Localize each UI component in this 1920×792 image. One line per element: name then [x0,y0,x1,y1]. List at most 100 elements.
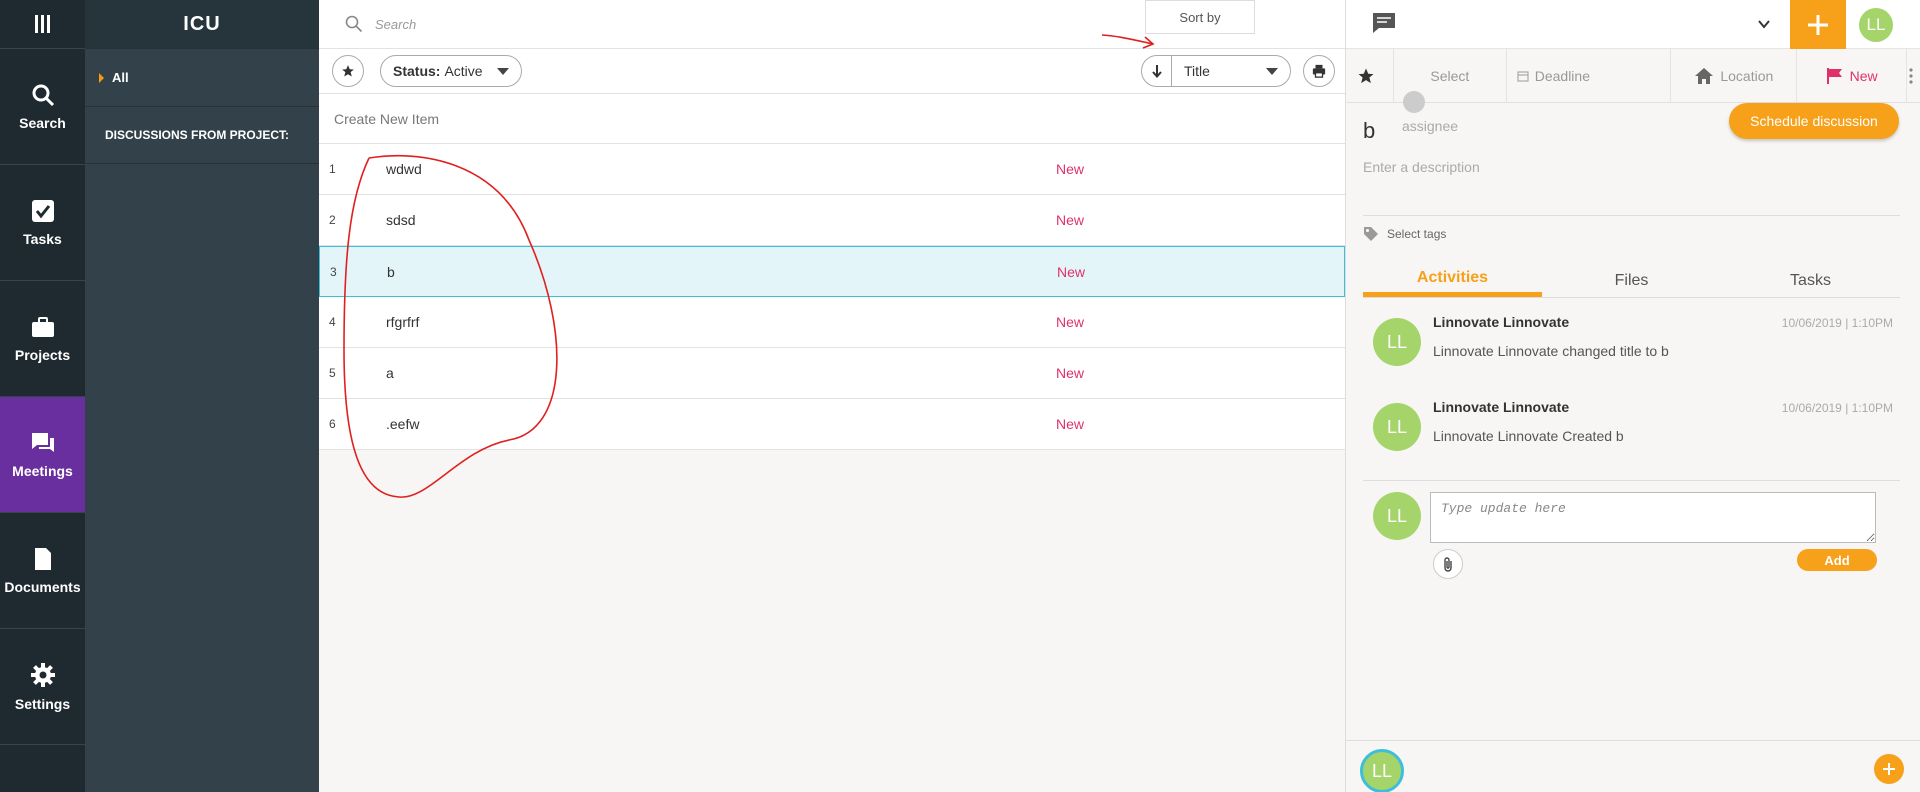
add-watcher-button[interactable] [1874,754,1904,784]
table-row[interactable]: 2 sdsd New [319,195,1345,246]
status-filter-label: Status: [393,63,441,79]
tags-placeholder: Select tags [1387,226,1447,241]
favorites-filter-button[interactable] [332,55,364,87]
rail-item-settings[interactable]: Settings [0,629,85,745]
row-number: 6 [329,417,336,431]
activity-author: Linnovate Linnovate [1433,399,1570,415]
status-field-label: New [1849,67,1878,84]
more-options-button[interactable] [1907,49,1920,102]
sort-by-tooltip: Sort by [1145,0,1255,34]
chat-icon[interactable] [1372,12,1396,34]
table-row[interactable]: 5 a New [319,348,1345,399]
chevron-down-icon [1266,67,1278,75]
detail-header: LL [1346,0,1920,49]
table-row[interactable]: 1 wdwd New [319,144,1345,195]
detail-panel: LL Select Deadline Location New b assign… [1345,0,1920,792]
rail-item-tasks[interactable]: Tasks [0,165,85,281]
location-field[interactable]: Location [1671,49,1798,102]
row-number: 2 [329,213,336,227]
search-bar: Sort by [319,0,1345,49]
status-filter-dropdown[interactable]: Status: Active [380,55,522,87]
print-button[interactable] [1303,55,1335,87]
plus-icon [1883,763,1895,775]
detail-footer: LL [1346,740,1920,792]
filter-all[interactable]: All [85,49,319,107]
table-row[interactable]: 6 .eefw New [319,399,1345,450]
rail-item-label: Settings [14,695,71,712]
avatar: LL [1373,492,1421,540]
rail-item-meetings[interactable]: Meetings [0,397,85,513]
print-icon [1312,64,1326,78]
user-avatar[interactable]: LL [1859,8,1893,42]
activity-timestamp: 10/06/2019 | 1:10PM [1781,401,1893,415]
secondary-nav: ICU All DISCUSSIONS FROM PROJECT: [85,0,319,792]
row-status: New [1056,212,1085,228]
table-row-selected[interactable]: 3 b New [319,246,1345,297]
favorite-toggle[interactable] [1346,49,1394,102]
paperclip-icon [1444,557,1452,572]
flag-icon [1826,67,1842,84]
row-status: New [1056,161,1085,177]
caret-right-icon [99,72,104,83]
status-field[interactable]: New [1797,49,1908,102]
row-number: 5 [329,366,336,380]
detail-fields-bar: Select Deadline Location New [1346,49,1920,103]
chevron-down-icon [496,67,509,75]
chevron-down-icon[interactable] [1757,17,1771,31]
filter-all-label: All [112,70,129,85]
assignee-avatar-placeholder [1403,91,1425,113]
add-update-button[interactable]: Add [1797,549,1877,571]
deadline-field[interactable]: Deadline [1507,49,1672,102]
rail-item-label: Meetings [12,462,73,479]
activity-text: Linnovate Linnovate Created b [1433,428,1624,444]
row-number: 3 [330,264,337,279]
arrow-down-icon [1151,65,1162,78]
app-menu-button[interactable] [0,0,85,49]
row-status: New [1056,314,1085,330]
tab-activities[interactable]: Activities [1363,264,1542,297]
rail-item-documents[interactable]: Documents [0,513,85,629]
tab-tasks[interactable]: Tasks [1721,264,1900,297]
status-filter-value: Active [444,63,483,79]
create-new-item[interactable]: Create New Item [319,94,1345,144]
description-field[interactable]: Enter a description [1363,159,1480,175]
add-new-button[interactable] [1790,0,1846,49]
list-toolbar: Status: Active Title [319,49,1345,94]
watcher-avatar[interactable]: LL [1360,749,1404,792]
rail-item-projects[interactable]: Projects [0,281,85,397]
assignee-field[interactable]: assignee [1402,118,1458,134]
avatar: LL [1373,403,1421,451]
calendar-icon [1517,70,1529,82]
chat-icon [31,432,54,452]
rail-item-search[interactable]: Search [0,49,85,165]
avatar: LL [1373,318,1421,366]
assignee-select-label: Select [1430,67,1470,84]
check-icon [31,199,54,222]
discussion-title[interactable]: b [1363,118,1375,144]
tags-field[interactable]: Select tags [1363,215,1900,251]
sort-field-select[interactable]: Title [1172,56,1290,86]
attach-file-button[interactable] [1433,549,1463,579]
schedule-discussion-button[interactable]: Schedule discussion [1729,103,1899,139]
update-input[interactable] [1430,492,1876,543]
search-icon [32,84,54,106]
gear-icon [30,662,55,687]
row-title: b [387,263,395,280]
tab-files[interactable]: Files [1542,264,1721,297]
location-label: Location [1720,67,1774,84]
section-heading: DISCUSSIONS FROM PROJECT: [85,107,319,164]
sort-field-value: Title [1184,63,1210,79]
search-input[interactable] [375,16,875,32]
activity-item: LL Linnovate Linnovate 10/06/2019 | 1:10… [1373,310,1893,380]
briefcase-icon [31,316,54,337]
more-vertical-icon [1908,67,1913,84]
table-row[interactable]: 4 rfgrfrf New [319,297,1345,348]
activity-timestamp: 10/06/2019 | 1:10PM [1781,316,1893,330]
row-title: a [386,365,394,381]
sort-direction-button[interactable] [1142,56,1172,86]
activity-author: Linnovate Linnovate [1433,314,1570,330]
star-icon [342,65,354,77]
menu-icon [34,15,50,33]
home-icon [1695,67,1714,84]
rail-item-label: Projects [14,346,71,363]
